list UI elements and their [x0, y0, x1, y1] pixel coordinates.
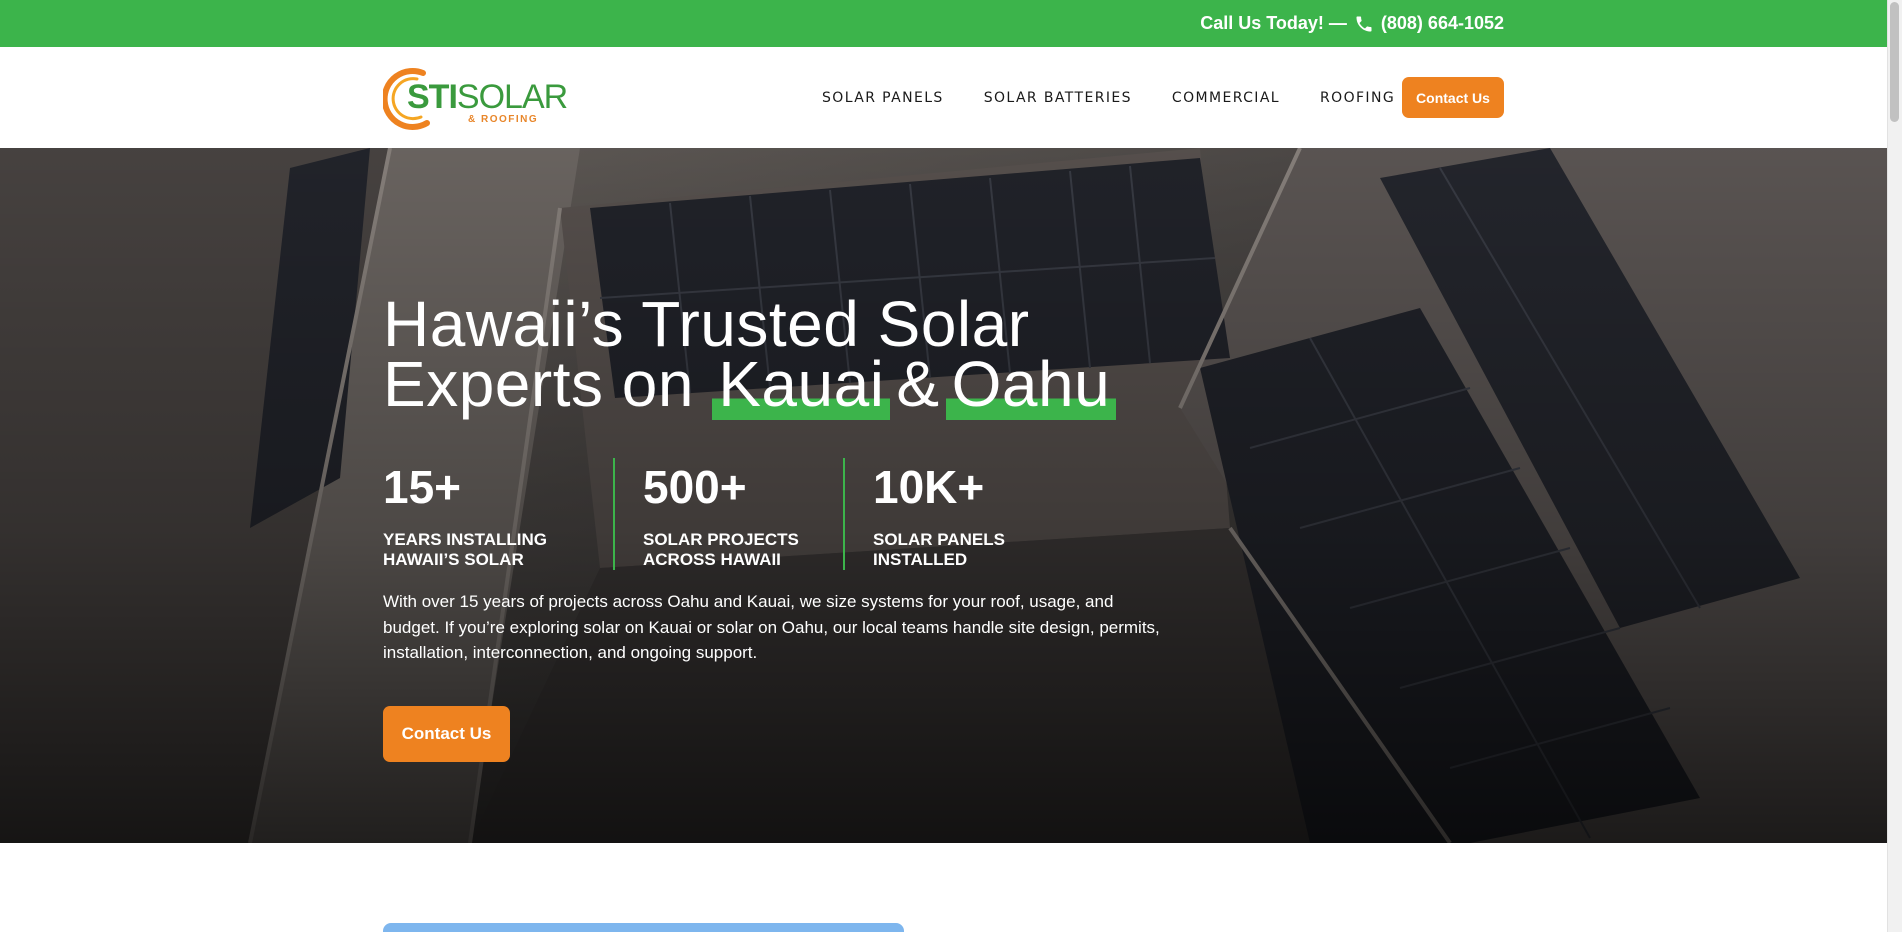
hero-title: Hawaii’s Trusted Solar Experts on Kauai &…	[383, 292, 1283, 420]
logo-subtitle: & ROOFING	[468, 114, 539, 125]
nav-commercial[interactable]: COMMERCIAL	[1172, 90, 1280, 106]
nav-solar-batteries[interactable]: SOLAR BATTERIES	[984, 90, 1132, 106]
stat-label-line1: SOLAR PANELS	[873, 530, 1005, 549]
stat-label-line2: INSTALLED	[873, 550, 968, 569]
stat-years: 15+ YEARS INSTALLING HAWAII’S SOLAR	[383, 458, 613, 570]
stats-row: 15+ YEARS INSTALLING HAWAII’S SOLAR 500+…	[383, 458, 1073, 570]
top-bar: Call Us Today! — (808) 664-1052	[0, 0, 1887, 47]
call-us-group: Call Us Today! — (808) 664-1052	[1200, 0, 1504, 47]
scrollbar-thumb[interactable]	[1890, 2, 1899, 122]
site-header: STISOLAR & ROOFING SOLAR PANELS SOLAR BA…	[0, 47, 1887, 148]
nav-roofing[interactable]: ROOFING	[1320, 90, 1395, 106]
stat-panels: 10K+ SOLAR PANELS INSTALLED	[843, 458, 1073, 570]
stat-number: 500+	[643, 461, 747, 513]
stat-label-line1: SOLAR PROJECTS	[643, 530, 799, 549]
stat-label: YEARS INSTALLING HAWAII’S SOLAR	[383, 530, 589, 570]
page-scrollbar[interactable]	[1887, 0, 1902, 932]
stat-number: 10K+	[873, 461, 985, 513]
call-us-text: Call Us Today! —	[1200, 13, 1347, 33]
nav-solar-panels[interactable]: SOLAR PANELS	[822, 90, 944, 106]
phone-number-link[interactable]: (808) 664-1052	[1381, 13, 1504, 34]
stat-label: SOLAR PANELS INSTALLED	[873, 530, 1049, 570]
header-contact-button[interactable]: Contact Us	[1402, 77, 1504, 118]
highlight-kauai: Kauai	[712, 348, 891, 420]
stat-label-line2: ACROSS HAWAII	[643, 550, 781, 569]
logo-solar: SOLAR	[456, 78, 568, 116]
phone-icon	[1356, 16, 1372, 31]
logo-sti: STI	[407, 78, 458, 116]
hero-description: With over 15 years of projects across Oa…	[383, 592, 1160, 662]
hero-title-prefix: Experts on	[383, 348, 694, 420]
site-logo[interactable]: STISOLAR & ROOFING	[383, 65, 568, 131]
next-section-card	[383, 923, 904, 932]
stat-projects: 500+ SOLAR PROJECTS ACROSS HAWAII	[613, 458, 843, 570]
stat-number: 15+	[383, 461, 462, 513]
stat-label-line2: HAWAII’S SOLAR	[383, 550, 524, 569]
hero-section: Hawaii’s Trusted Solar Experts on Kauai &…	[0, 148, 1887, 843]
stat-label: SOLAR PROJECTS ACROSS HAWAII	[643, 530, 819, 570]
hero-contact-button[interactable]: Contact Us	[383, 706, 510, 762]
main-nav: SOLAR PANELS SOLAR BATTERIES COMMERCIAL …	[822, 47, 1395, 148]
logo-wordmark: STISOLAR	[407, 78, 568, 116]
highlight-oahu: Oahu	[945, 348, 1117, 420]
hero-title-amp: &	[896, 348, 940, 420]
stat-label-line1: YEARS INSTALLING	[383, 530, 548, 549]
